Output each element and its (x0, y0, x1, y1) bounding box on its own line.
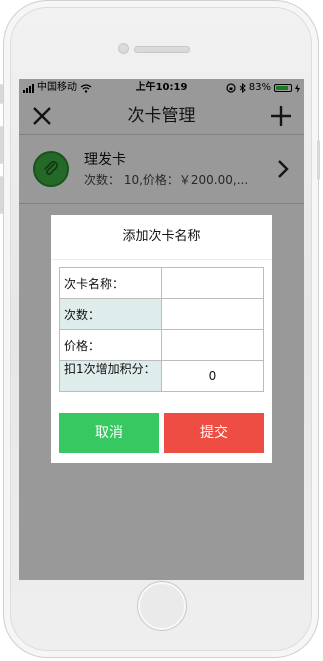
price-label: 价格： (59, 329, 162, 361)
home-button[interactable] (137, 581, 187, 631)
app-screen: 中国移动 上午10:19 83% 次卡管理 理发卡 次数： 10,价格：￥200… (19, 79, 304, 580)
earpiece-speaker (134, 46, 190, 53)
submit-button[interactable]: 提交 (164, 413, 264, 453)
card-name-label: 次卡名称： (59, 267, 162, 299)
dialog-title: 添加次卡名称 (51, 215, 272, 260)
form-row-name: 次卡名称： (59, 267, 264, 299)
form-row-price: 价格： (59, 329, 264, 361)
price-field[interactable] (161, 329, 264, 361)
count-label: 次数： (59, 298, 162, 330)
count-field[interactable] (161, 298, 264, 330)
cancel-button[interactable]: 取消 (59, 413, 159, 453)
add-card-dialog: 添加次卡名称 次卡名称： 次数： 价格： 扣1次增加积分： 0 取消 提交 (51, 215, 272, 463)
points-label: 扣1次增加积分： (59, 360, 162, 392)
points-field[interactable]: 0 (161, 360, 264, 392)
front-camera (118, 43, 129, 54)
volume-up-button (0, 126, 3, 164)
power-button (317, 140, 320, 180)
card-name-field[interactable] (161, 267, 264, 299)
mute-switch (0, 84, 3, 104)
volume-down-button (0, 176, 3, 214)
form-row-points: 扣1次增加积分： 0 (59, 360, 264, 392)
card-form: 次卡名称： 次数： 价格： 扣1次增加积分： 0 (59, 267, 264, 392)
form-row-count: 次数： (59, 298, 264, 330)
